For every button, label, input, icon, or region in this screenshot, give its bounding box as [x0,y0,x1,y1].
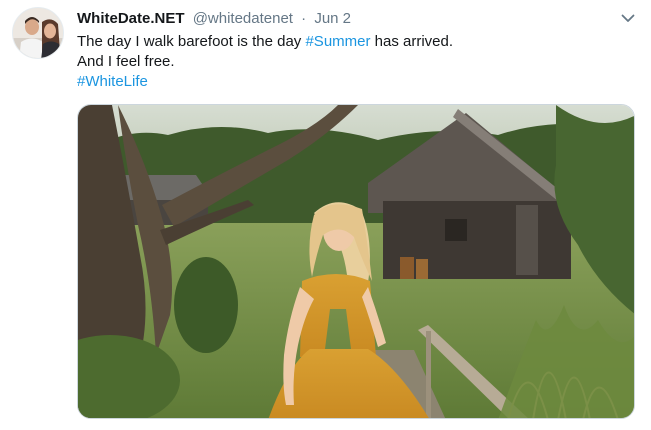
display-name[interactable]: WhiteDate.NET [77,10,185,27]
tweet-text-line-1: The day I walk barefoot is the day #Summ… [77,32,617,52]
tweet-photo[interactable] [77,104,635,419]
more-menu-button[interactable] [619,9,637,27]
photo-image [78,105,634,418]
tweet-header: WhiteDate.NET @whitedatenet · Jun 2 [77,9,351,29]
chevron-down-icon [621,14,635,22]
tweet[interactable]: WhiteDate.NET @whitedatenet · Jun 2 The … [0,0,651,430]
separator-dot: · [301,10,307,27]
avatar-image [13,8,63,58]
avatar[interactable] [12,7,64,59]
text-segment: has arrived. [370,33,454,50]
tweet-text: The day I walk barefoot is the day #Summ… [77,32,617,92]
tweet-date[interactable]: Jun 2 [314,10,351,27]
user-handle[interactable]: @whitedatenet [193,10,293,27]
hashtag-whitelife[interactable]: #WhiteLife [77,72,617,92]
tweet-text-line-2: And I feel free. [77,53,175,70]
text-segment: The day I walk barefoot is the day [77,33,306,50]
hashtag-summer[interactable]: #Summer [305,33,370,50]
